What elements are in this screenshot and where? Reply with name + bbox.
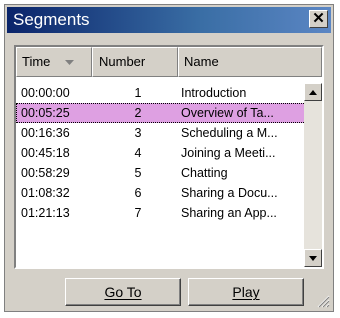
column-header-label: Name [184, 54, 219, 69]
sort-descending-icon [65, 60, 74, 65]
close-icon: ✕ [312, 10, 325, 27]
column-header-label: Time [22, 54, 51, 69]
arrow-down-icon [309, 255, 317, 261]
row-time: 00:05:25 [21, 106, 70, 120]
row-number: 2 [134, 106, 142, 120]
row-number: 5 [134, 166, 142, 180]
row-number: 7 [134, 206, 142, 220]
row-name: Joining a Meeti... [181, 146, 276, 160]
row-time: 01:08:32 [21, 186, 70, 200]
list-row[interactable]: 01:21:13 7 Sharing an App... [16, 203, 308, 223]
row-name: Introduction [181, 86, 247, 100]
play-label: Play [232, 284, 260, 300]
list-row[interactable]: 00:45:18 4 Joining a Meeti... [16, 143, 308, 163]
list-row[interactable]: 00:16:36 3 Scheduling a M... [16, 123, 308, 143]
column-header-number[interactable]: Number [92, 47, 178, 77]
go-to-button[interactable]: Go To [65, 278, 181, 306]
list-row[interactable]: 00:58:29 5 Chatting [16, 163, 308, 183]
list-row-selected[interactable]: 00:05:25 2 Overview of Ta... [16, 103, 308, 123]
segments-window: Segments ✕ Time Number Name 00:00:00 1 I… [0, 0, 340, 318]
row-name: Overview of Ta... [181, 106, 274, 120]
play-button[interactable]: Play [188, 278, 304, 306]
row-time: 00:45:18 [21, 146, 70, 160]
scroll-down-button[interactable] [304, 249, 322, 267]
window-title: Segments [13, 10, 90, 29]
arrow-up-icon [309, 89, 317, 95]
row-time: 00:16:36 [21, 126, 70, 140]
row-name: Chatting [181, 166, 228, 180]
row-number: 6 [134, 186, 142, 200]
row-name: Scheduling a M... [181, 126, 278, 140]
row-number: 4 [134, 146, 142, 160]
column-header-time[interactable]: Time [16, 47, 92, 77]
segments-list[interactable]: Time Number Name 00:00:00 1 Introduction [14, 45, 324, 269]
column-header-label: Number [99, 54, 146, 69]
row-time: 00:58:29 [21, 166, 70, 180]
row-time: 01:21:13 [21, 206, 70, 220]
list-rows: 00:00:00 1 Introduction 00:05:25 2 Overv… [16, 83, 308, 223]
scroll-up-button[interactable] [304, 83, 322, 101]
row-name: Sharing a Docu... [181, 186, 278, 200]
row-number: 3 [134, 126, 142, 140]
segments-panel: Segments ✕ Time Number Name 00:00:00 1 I… [4, 4, 334, 312]
resize-grip-icon[interactable] [316, 294, 330, 308]
vertical-scrollbar[interactable] [304, 83, 322, 267]
go-to-label: Go To [104, 284, 142, 300]
list-row[interactable]: 01:08:32 6 Sharing a Docu... [16, 183, 308, 203]
row-time: 00:00:00 [21, 86, 70, 100]
row-name: Sharing an App... [181, 206, 277, 220]
list-header: Time Number Name [16, 47, 322, 77]
list-row[interactable]: 00:00:00 1 Introduction [16, 83, 308, 103]
title-bar[interactable]: Segments ✕ [7, 7, 331, 33]
column-header-name[interactable]: Name [178, 47, 322, 77]
row-number: 1 [134, 86, 142, 100]
close-button[interactable]: ✕ [309, 10, 328, 28]
